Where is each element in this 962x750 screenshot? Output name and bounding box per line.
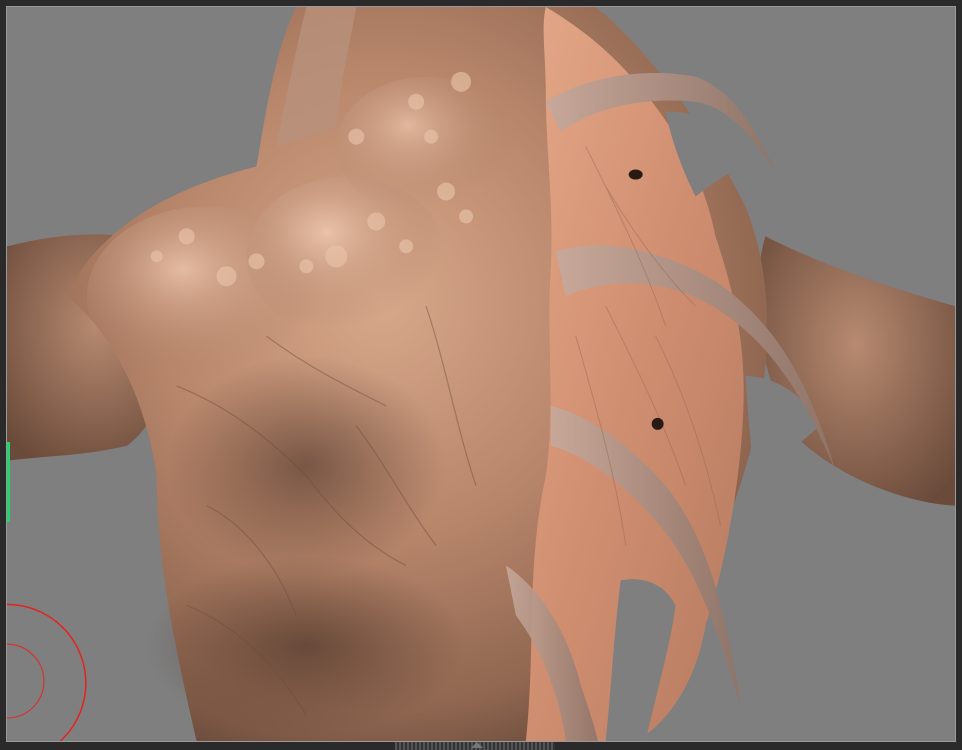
- resize-grip-icon: [471, 742, 483, 748]
- 3d-viewport[interactable]: [6, 6, 956, 742]
- fin-pore-upper: [628, 169, 643, 180]
- fin-pore-lower: [651, 417, 664, 430]
- upper-back-highlight: [336, 76, 516, 217]
- lower-back-shadow: [146, 555, 467, 736]
- viewport-edge-marker: [7, 442, 10, 522]
- viewport-frame: [0, 0, 962, 750]
- sculpt-model-render[interactable]: [7, 7, 955, 741]
- mid-back-shadow: [166, 356, 447, 576]
